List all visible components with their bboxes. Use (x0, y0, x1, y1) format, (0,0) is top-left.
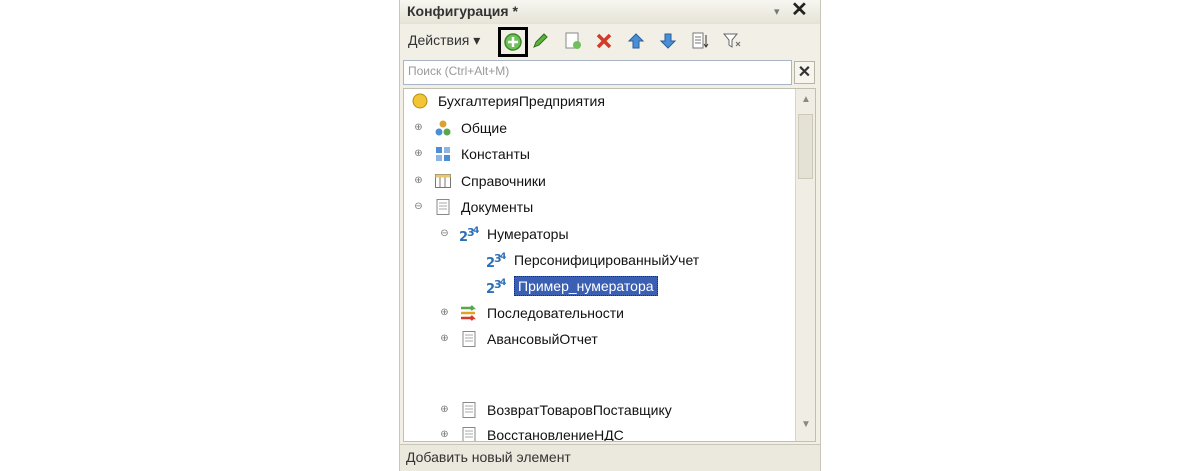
numerators-icon: 234 (459, 224, 479, 244)
tree-label: ВосстановлениеНДС (487, 427, 624, 442)
tree-item[interactable]: ⊖ 234 Нумераторы (438, 222, 569, 246)
tree-item[interactable]: ⊕ Константы (412, 142, 530, 166)
move-down-button[interactable] (656, 29, 680, 53)
edit-button[interactable] (528, 29, 552, 53)
tree-item[interactable]: ⊕ Последовательности (438, 301, 624, 325)
arrow-down-icon (659, 33, 677, 49)
toolbar: Действия ▾ (400, 26, 820, 57)
collapse-icon[interactable]: ⊖ (412, 201, 425, 214)
expand-icon[interactable]: ⊕ (438, 429, 451, 442)
configuration-icon (410, 91, 430, 111)
tree-item-selected[interactable]: 234 Пример_нумератора (486, 274, 658, 298)
svg-text:4: 4 (500, 278, 506, 288)
scroll-up-icon[interactable]: ▲ (801, 94, 811, 105)
tree-label: Общие (461, 120, 508, 136)
numerator-icon: 234 (486, 250, 506, 270)
tree-label: Пример_нумератора (514, 276, 658, 296)
search-input[interactable]: Поиск (Ctrl+Alt+M) (403, 60, 792, 85)
sort-list-icon (692, 32, 709, 49)
scroll-thumb[interactable] (798, 114, 813, 179)
metadata-tree: БухгалтерияПредприятия ⊕ Общие ⊕ Констан… (403, 88, 816, 442)
tree-item[interactable]: ⊖ Документы (412, 195, 533, 219)
tree-label: Последовательности (487, 305, 624, 321)
arrow-up-icon (627, 33, 645, 49)
expand-icon[interactable]: ⊕ (412, 148, 425, 161)
document-icon (459, 329, 479, 349)
pencil-icon (533, 33, 548, 48)
scroll-down-icon[interactable]: ▼ (801, 419, 811, 430)
expand-icon[interactable]: ⊕ (412, 122, 425, 135)
add-button[interactable] (498, 27, 528, 57)
document-icon (459, 425, 479, 441)
expand-icon[interactable]: ⊕ (412, 175, 425, 188)
tree-root[interactable]: БухгалтерияПредприятия (410, 89, 605, 113)
tree-item[interactable]: ⊕ ВозвратТоваровПоставщику (438, 398, 672, 422)
tree-label: Документы (461, 199, 534, 215)
svg-text:4: 4 (500, 252, 506, 262)
constants-icon (433, 144, 453, 164)
vertical-scrollbar[interactable]: ▲ ▼ (795, 89, 815, 441)
filter-icon (722, 33, 741, 48)
tree-item[interactable]: ⊕ АвансовыйОтчет (438, 327, 598, 351)
common-icon (433, 118, 453, 138)
numerator-icon: 234 (486, 276, 506, 296)
catalogs-icon (433, 171, 453, 191)
tree-item[interactable]: 234 ПерсонифицированныйУчет (486, 248, 699, 272)
collapse-icon[interactable]: ⊖ (438, 228, 451, 241)
expand-icon[interactable]: ⊕ (438, 333, 451, 346)
tree-item[interactable]: ⊕ Справочники (412, 169, 546, 193)
delete-icon (596, 33, 612, 49)
title-bar: Конфигурация * ▾ ✕ (400, 0, 820, 24)
actions-menu[interactable]: Действия ▾ (408, 32, 480, 49)
close-icon[interactable]: ✕ (791, 0, 808, 21)
clear-search-icon[interactable]: ✕ (794, 61, 815, 84)
tree-label: АвансовыйОтчет (487, 331, 598, 347)
tree-label: Константы (461, 146, 530, 162)
pin-icon[interactable]: ▾ (774, 5, 780, 18)
copy-button[interactable] (561, 29, 585, 53)
tree-label: Нумераторы (487, 226, 569, 242)
tree-label: Справочники (461, 173, 546, 189)
window-title: Конфигурация * (407, 3, 518, 19)
status-bar: Добавить новый элемент (400, 444, 820, 471)
expand-icon[interactable]: ⊕ (438, 307, 451, 320)
tree-label: ВозвратТоваровПоставщику (487, 402, 672, 418)
sequences-icon (459, 303, 479, 323)
move-up-button[interactable] (624, 29, 648, 53)
configuration-panel: Конфигурация * ▾ ✕ Действия ▾ Поиск (Ctr… (399, 0, 821, 471)
filter-button[interactable] (720, 29, 744, 53)
document-icon (459, 400, 479, 420)
sort-button[interactable] (688, 29, 712, 53)
tree-label: БухгалтерияПредприятия (438, 93, 605, 109)
add-icon (504, 33, 522, 51)
tree-item[interactable]: ⊕ Общие (412, 116, 507, 140)
delete-button[interactable] (592, 29, 616, 53)
svg-text:4: 4 (473, 226, 479, 236)
documents-icon (433, 197, 453, 217)
obscured-area (404, 359, 797, 399)
copy-document-icon (565, 32, 581, 49)
tree-label: ПерсонифицированныйУчет (514, 252, 700, 268)
tree-item[interactable]: ⊕ ВосстановлениеНДС (438, 423, 624, 442)
expand-icon[interactable]: ⊕ (438, 404, 451, 417)
